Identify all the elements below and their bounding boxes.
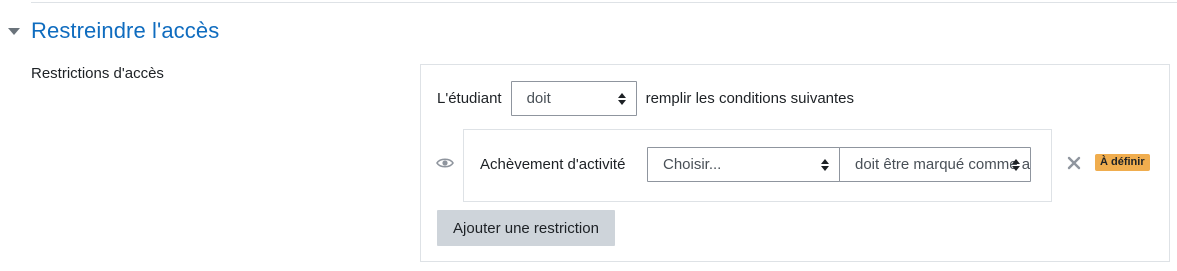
section-title[interactable]: Restreindre l'accès (31, 18, 219, 44)
access-restrictions-label: Restrictions d'accès (31, 65, 164, 82)
completion-state-select[interactable]: doit être marqué comme achevé (839, 147, 1031, 182)
add-restriction-button[interactable]: Ajouter une restriction (437, 210, 615, 246)
eye-icon[interactable] (436, 156, 454, 170)
requirement-select[interactable]: doit (510, 81, 637, 116)
select-arrows-icon (821, 158, 829, 171)
condition-type-label: Achèvement d'activité (480, 156, 626, 173)
activity-select-value: Choisir... (663, 156, 722, 173)
student-suffix-text: remplir les conditions suivantes (645, 90, 855, 107)
select-arrows-icon (1012, 158, 1020, 171)
student-requirement-row: L'étudiant doit remplir les conditions s… (437, 81, 854, 116)
completion-state-select-value: doit être marqué comme achevé (855, 156, 1030, 173)
requirement-select-value: doit (526, 90, 551, 107)
section-toggle-restrict-access[interactable]: Restreindre l'accès (8, 15, 219, 47)
section-divider (31, 2, 1177, 3)
activity-select[interactable]: Choisir... (647, 147, 840, 182)
status-badge: À définir (1095, 154, 1150, 171)
student-prefix-text: L'étudiant (437, 90, 502, 107)
close-icon[interactable] (1066, 155, 1082, 171)
caret-down-icon (8, 28, 20, 35)
select-arrows-icon (617, 92, 626, 105)
